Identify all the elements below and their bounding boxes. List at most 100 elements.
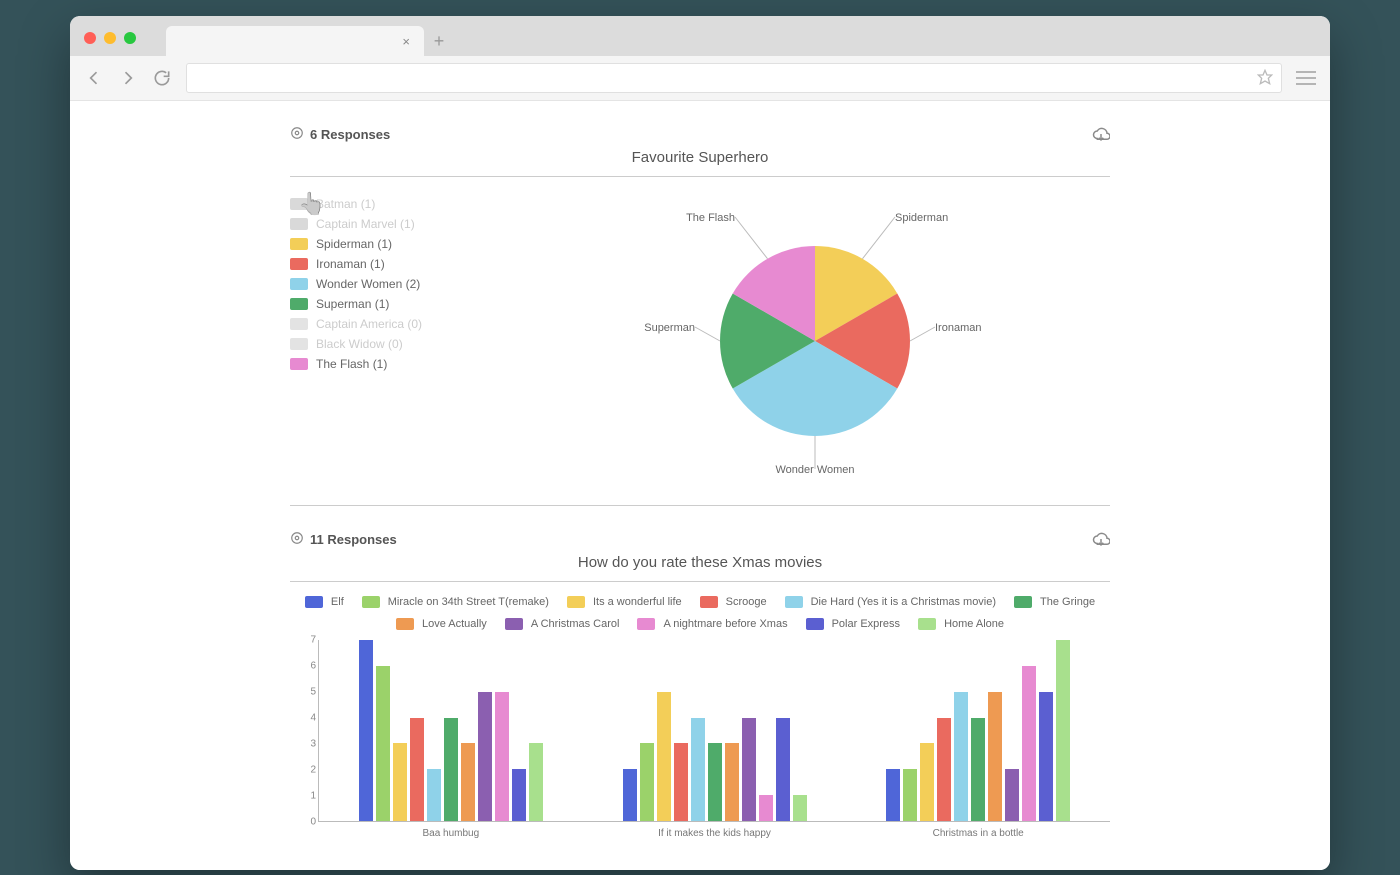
bar[interactable]: [478, 692, 492, 821]
legend-item[interactable]: Captain Marvel (1): [290, 217, 490, 231]
legend-label: Superman (1): [316, 297, 389, 311]
bar[interactable]: [427, 769, 441, 821]
pie-legend: 👆 Batman (1)Captain Marvel (1)Spiderman …: [290, 191, 490, 377]
bar[interactable]: [1005, 769, 1019, 821]
legend-item[interactable]: Black Widow (0): [290, 337, 490, 351]
bar[interactable]: [708, 743, 722, 821]
legend-item[interactable]: Scrooge: [700, 596, 767, 608]
legend-item[interactable]: Wonder Women (2): [290, 277, 490, 291]
address-bar[interactable]: [186, 63, 1282, 93]
legend-item[interactable]: Its a wonderful life: [567, 596, 682, 608]
legend-item[interactable]: Ironaman (1): [290, 257, 490, 271]
pie-chart-title: Favourite Superhero: [290, 149, 1110, 166]
download-button[interactable]: [1092, 530, 1110, 548]
minimize-window-button[interactable]: [104, 32, 116, 44]
bar[interactable]: [410, 718, 424, 821]
bar[interactable]: [512, 769, 526, 821]
legend-swatch: [290, 238, 308, 250]
bar[interactable]: [776, 718, 790, 821]
bar[interactable]: [742, 718, 756, 821]
legend-label: Polar Express: [832, 618, 900, 630]
legend-swatch: [290, 218, 308, 230]
new-tab-button[interactable]: +: [424, 26, 454, 56]
y-axis-tick: 6: [310, 661, 316, 672]
legend-swatch: [505, 618, 523, 630]
forward-button[interactable]: [118, 68, 138, 88]
bar[interactable]: [759, 795, 773, 821]
bar[interactable]: [461, 743, 475, 821]
bar[interactable]: [954, 692, 968, 821]
divider: [290, 581, 1110, 582]
maximize-window-button[interactable]: [124, 32, 136, 44]
legend-label: Wonder Women (2): [316, 277, 420, 291]
legend-item[interactable]: Batman (1): [290, 197, 490, 211]
bar[interactable]: [657, 692, 671, 821]
legend-item[interactable]: A Christmas Carol: [505, 618, 620, 630]
close-window-button[interactable]: [84, 32, 96, 44]
legend-label: Scrooge: [726, 596, 767, 608]
legend-swatch: [290, 258, 308, 270]
legend-item[interactable]: Die Hard (Yes it is a Christmas movie): [785, 596, 996, 608]
bar-group: Christmas in a bottle: [846, 640, 1110, 821]
bar[interactable]: [988, 692, 1002, 821]
bar[interactable]: [393, 743, 407, 821]
bar[interactable]: [903, 769, 917, 821]
legend-item[interactable]: Elf: [305, 596, 344, 608]
bar[interactable]: [937, 718, 951, 821]
y-axis-tick: 7: [310, 635, 316, 646]
legend-label: Ironaman (1): [316, 257, 385, 271]
tab-close-icon[interactable]: ×: [402, 34, 410, 49]
bar[interactable]: [971, 718, 985, 821]
browser-tab[interactable]: ×: [166, 26, 424, 56]
legend-swatch: [806, 618, 824, 630]
legend-item[interactable]: Polar Express: [806, 618, 900, 630]
window-controls: [84, 32, 136, 44]
legend-swatch: [290, 198, 308, 210]
menu-button[interactable]: [1296, 68, 1316, 88]
bar[interactable]: [529, 743, 543, 821]
legend-swatch: [290, 278, 308, 290]
bar[interactable]: [793, 795, 807, 821]
reload-button[interactable]: [152, 68, 172, 88]
legend-item[interactable]: Spiderman (1): [290, 237, 490, 251]
bar[interactable]: [920, 743, 934, 821]
divider: [290, 176, 1110, 177]
bar[interactable]: [725, 743, 739, 821]
back-button[interactable]: [84, 68, 104, 88]
legend-item[interactable]: Home Alone: [918, 618, 1004, 630]
bar[interactable]: [1039, 692, 1053, 821]
legend-item[interactable]: The Flash (1): [290, 357, 490, 371]
bar[interactable]: [623, 769, 637, 821]
bar[interactable]: [886, 769, 900, 821]
bar[interactable]: [359, 640, 373, 821]
bar[interactable]: [640, 743, 654, 821]
y-axis-tick: 5: [310, 687, 316, 698]
legend-item[interactable]: Superman (1): [290, 297, 490, 311]
legend-swatch: [290, 358, 308, 370]
bar-group: Baa humbug: [319, 640, 583, 821]
legend-item[interactable]: Captain America (0): [290, 317, 490, 331]
legend-item[interactable]: The Gringe: [1014, 596, 1095, 608]
legend-item[interactable]: Love Actually: [396, 618, 487, 630]
legend-item[interactable]: Miracle on 34th Street T(remake): [362, 596, 549, 608]
legend-item[interactable]: A nightmare before Xmas: [637, 618, 787, 630]
bar[interactable]: [674, 743, 688, 821]
bar[interactable]: [1056, 640, 1070, 821]
bar[interactable]: [444, 718, 458, 821]
responses-icon: [290, 531, 304, 548]
bar[interactable]: [1022, 666, 1036, 821]
download-button[interactable]: [1092, 125, 1110, 143]
bar-chart: 01234567 Baa humbugIf it makes the kids …: [318, 640, 1110, 840]
bookmark-star-icon[interactable]: [1257, 69, 1273, 88]
bar[interactable]: [691, 718, 705, 821]
y-axis-tick: 0: [310, 817, 316, 828]
bar[interactable]: [495, 692, 509, 821]
responses-icon: [290, 126, 304, 143]
legend-swatch: [290, 338, 308, 350]
bar[interactable]: [376, 666, 390, 821]
section1-header: 6 Responses: [290, 125, 1110, 143]
legend-label: Spiderman (1): [316, 237, 392, 251]
section-divider: [290, 505, 1110, 506]
legend-swatch: [785, 596, 803, 608]
legend-swatch: [567, 596, 585, 608]
